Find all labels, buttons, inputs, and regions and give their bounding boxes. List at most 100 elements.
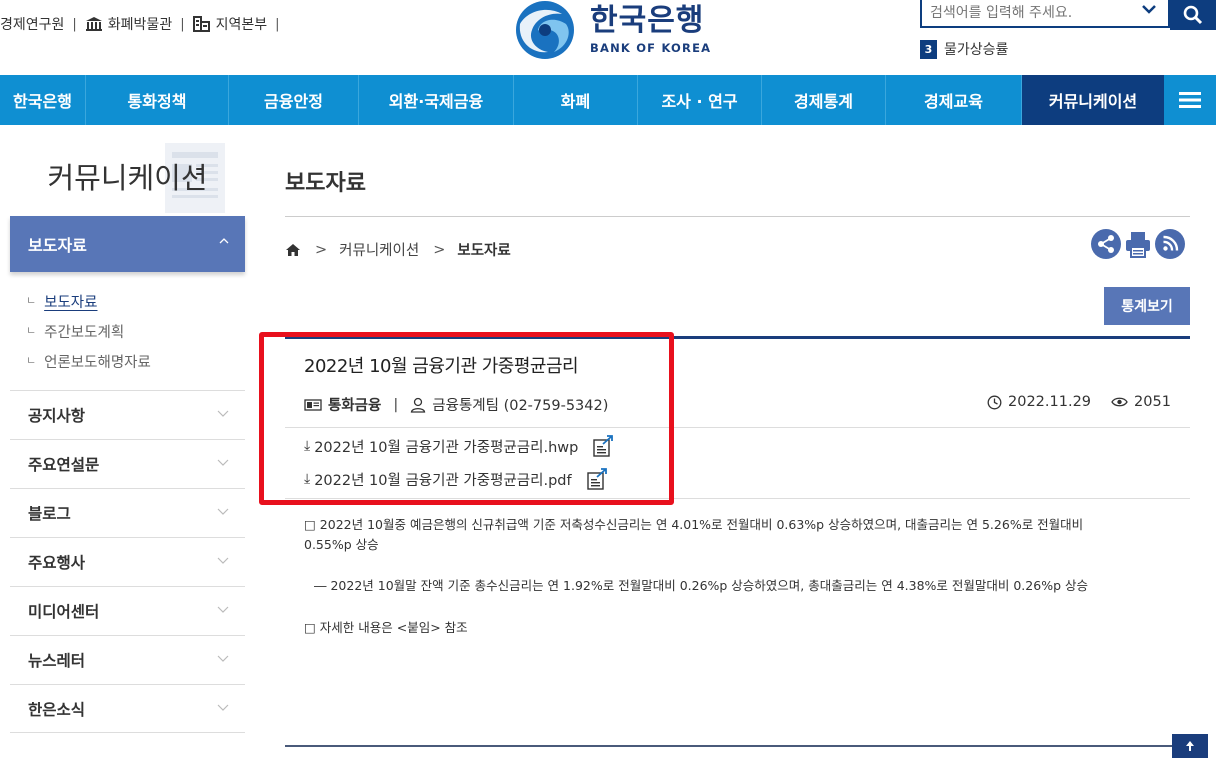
breadcrumb: > 커뮤니케이션 > 보도자료 <box>285 239 511 260</box>
page-title: 보도자료 <box>285 171 366 196</box>
hamburger-icon <box>1179 92 1201 108</box>
sidebar-item-label: 주요행사 <box>28 554 86 572</box>
gnb-label: 통화정책 <box>127 92 187 111</box>
chevron-down-icon <box>217 606 229 613</box>
link-money-museum[interactable]: 화폐박물관 <box>85 14 172 34</box>
content-bottom-border <box>285 745 1190 747</box>
sidebar-sub-weekly-plan[interactable]: ㄴ 주간보도계획 <box>26 321 124 342</box>
trending-label: 물가상승률 <box>944 42 1009 58</box>
highlight-annotation-box <box>259 332 674 505</box>
sidebar-item-blog[interactable]: 블로그 <box>10 488 245 537</box>
divider: | <box>275 16 280 32</box>
gnb-item-statistics[interactable]: 경제통계 <box>762 75 886 125</box>
museum-icon <box>85 17 102 31</box>
body-paragraph-3: □ 자세한 내용은 <붙임> 참조 <box>304 620 468 635</box>
link-label: 경제연구원 <box>0 17 65 33</box>
chevron-down-icon <box>217 459 229 466</box>
sidebar-sub-label: 주간보도계획 <box>44 325 125 341</box>
chevron-down-icon <box>217 410 229 417</box>
sub-bullet: ㄴ <box>26 323 37 337</box>
sidebar-item-events[interactable]: 주요행사 <box>10 537 245 586</box>
chevron-down-icon <box>217 704 229 711</box>
post-date: 2022.11.29 <box>1008 394 1092 410</box>
post-views: 2051 <box>1134 394 1171 410</box>
sidebar-item-media-center[interactable]: 미디어센터 <box>10 586 245 635</box>
top-bar: 경제연구원 | 화폐박물관 | 지역본부 | 한국은행 BANK OF KORE… <box>0 0 1216 75</box>
body-text: 0.55%p 상승 <box>304 537 379 552</box>
gnb-label: 커뮤니케이션 <box>1048 92 1138 111</box>
search-button[interactable] <box>1170 0 1216 30</box>
gnb-label: 외환·국제금융 <box>388 92 484 111</box>
search-input[interactable] <box>922 1 1132 25</box>
sidebar-sub-press-release[interactable]: ㄴ 보도자료 <box>26 291 98 312</box>
gnb-item-education[interactable]: 경제교육 <box>886 75 1022 125</box>
view-statistics-button[interactable]: 통계보기 <box>1104 287 1190 325</box>
sidebar-sub-press-clarification[interactable]: ㄴ 언론보도해명자료 <box>26 351 151 372</box>
all-menu-button[interactable] <box>1164 75 1216 125</box>
gnb-item-communication[interactable]: 커뮤니케이션 <box>1022 75 1164 125</box>
chevron-down-icon <box>217 557 229 564</box>
sub-bullet: ㄴ <box>26 293 37 307</box>
breadcrumb-separator: > <box>315 241 328 258</box>
chevron-up-icon <box>219 238 229 244</box>
sidebar-item-label: 주요연설문 <box>28 456 100 474</box>
logo-emblem-icon <box>516 1 574 59</box>
logo-korean: 한국은행 <box>590 2 705 38</box>
scroll-top-button[interactable] <box>1172 734 1208 758</box>
trending-rank: 3 <box>920 39 937 59</box>
rss-icon[interactable] <box>1155 229 1185 259</box>
sidebar-title-text: 커뮤니케이션 <box>47 161 208 195</box>
gnb-item-currency[interactable]: 화폐 <box>514 75 638 125</box>
body-paragraph-2: ― 2022년 10월말 잔액 기준 총수신금리는 연 1.92%로 전월말대비… <box>314 578 1088 593</box>
share-icon[interactable] <box>1091 229 1121 259</box>
region-icon <box>192 16 210 32</box>
eye-icon <box>1111 397 1128 407</box>
logo-english: BANK OF KOREA <box>590 40 712 55</box>
sidebar-item-label: 공지사항 <box>28 407 86 425</box>
gnb-item-monetary-policy[interactable]: 통화정책 <box>86 75 229 125</box>
gnb-label: 화폐 <box>560 92 591 111</box>
link-label: 화폐박물관 <box>107 17 173 33</box>
post-stats: 2022.11.29 2051 <box>987 394 1171 410</box>
sub-bullet: ㄴ <box>26 353 37 367</box>
bank-of-korea-logo[interactable]: 한국은행 BANK OF KOREA <box>514 0 711 60</box>
sidebar-section-press-release[interactable]: 보도자료 <box>10 216 245 272</box>
chevron-down-icon <box>217 508 229 515</box>
page-tools <box>1091 229 1187 259</box>
divider <box>285 216 1190 217</box>
gnb-label: 한국은행 <box>13 92 72 111</box>
body-paragraph-1: □ 2022년 10월중 예금은행의 신규취급액 기준 저축성수신금리는 연 4… <box>304 515 1184 555</box>
chevron-down-icon[interactable] <box>1142 4 1156 14</box>
trending-keyword[interactable]: 3 물가상승률 <box>920 39 1008 59</box>
gnb-label: 경제통계 <box>794 92 853 111</box>
gnb-item-research[interactable]: 조사 · 연구 <box>638 75 762 125</box>
link-regional-offices[interactable]: 지역본부 <box>192 14 268 34</box>
search-box <box>920 0 1170 28</box>
sidebar-item-speeches[interactable]: 주요연설문 <box>10 439 245 488</box>
divider: | <box>180 16 185 32</box>
chevron-down-icon <box>217 655 229 662</box>
sidebar-item-notices[interactable]: 공지사항 <box>10 390 245 439</box>
link-label: 지역본부 <box>215 17 268 33</box>
gnb-label: 경제교육 <box>924 92 983 111</box>
gnb-label: 금융안정 <box>264 92 323 111</box>
gnb-item-bok[interactable]: 한국은행 <box>0 75 86 125</box>
main-navigation: 한국은행 통화정책 금융안정 외환·국제금융 화폐 조사 · 연구 경제통계 경… <box>0 75 1216 125</box>
print-icon[interactable] <box>1123 229 1153 259</box>
breadcrumb-current: 보도자료 <box>457 243 511 259</box>
clock-icon <box>987 395 1002 409</box>
breadcrumb-item[interactable]: 커뮤니케이션 <box>339 239 419 260</box>
search-icon <box>1183 5 1203 25</box>
home-icon[interactable] <box>285 243 301 257</box>
sidebar-menu: 공지사항 주요연설문 블로그 주요행사 미디어센터 뉴스레터 한은소식 <box>10 390 245 733</box>
sidebar-item-label: 한은소식 <box>28 700 86 719</box>
sidebar-title: 커뮤니케이션 <box>10 143 245 216</box>
utility-links: 경제연구원 | 화폐박물관 | 지역본부 | <box>0 14 288 34</box>
divider: | <box>72 16 77 32</box>
gnb-item-foreign-exchange[interactable]: 외환·국제금융 <box>359 75 514 125</box>
link-research-institute[interactable]: 경제연구원 <box>0 14 64 34</box>
sidebar-item-bok-news[interactable]: 한은소식 <box>10 684 245 733</box>
sidebar-item-label: 블로그 <box>28 505 71 523</box>
gnb-item-financial-stability[interactable]: 금융안정 <box>229 75 359 125</box>
sidebar-item-newsletter[interactable]: 뉴스레터 <box>10 635 245 684</box>
